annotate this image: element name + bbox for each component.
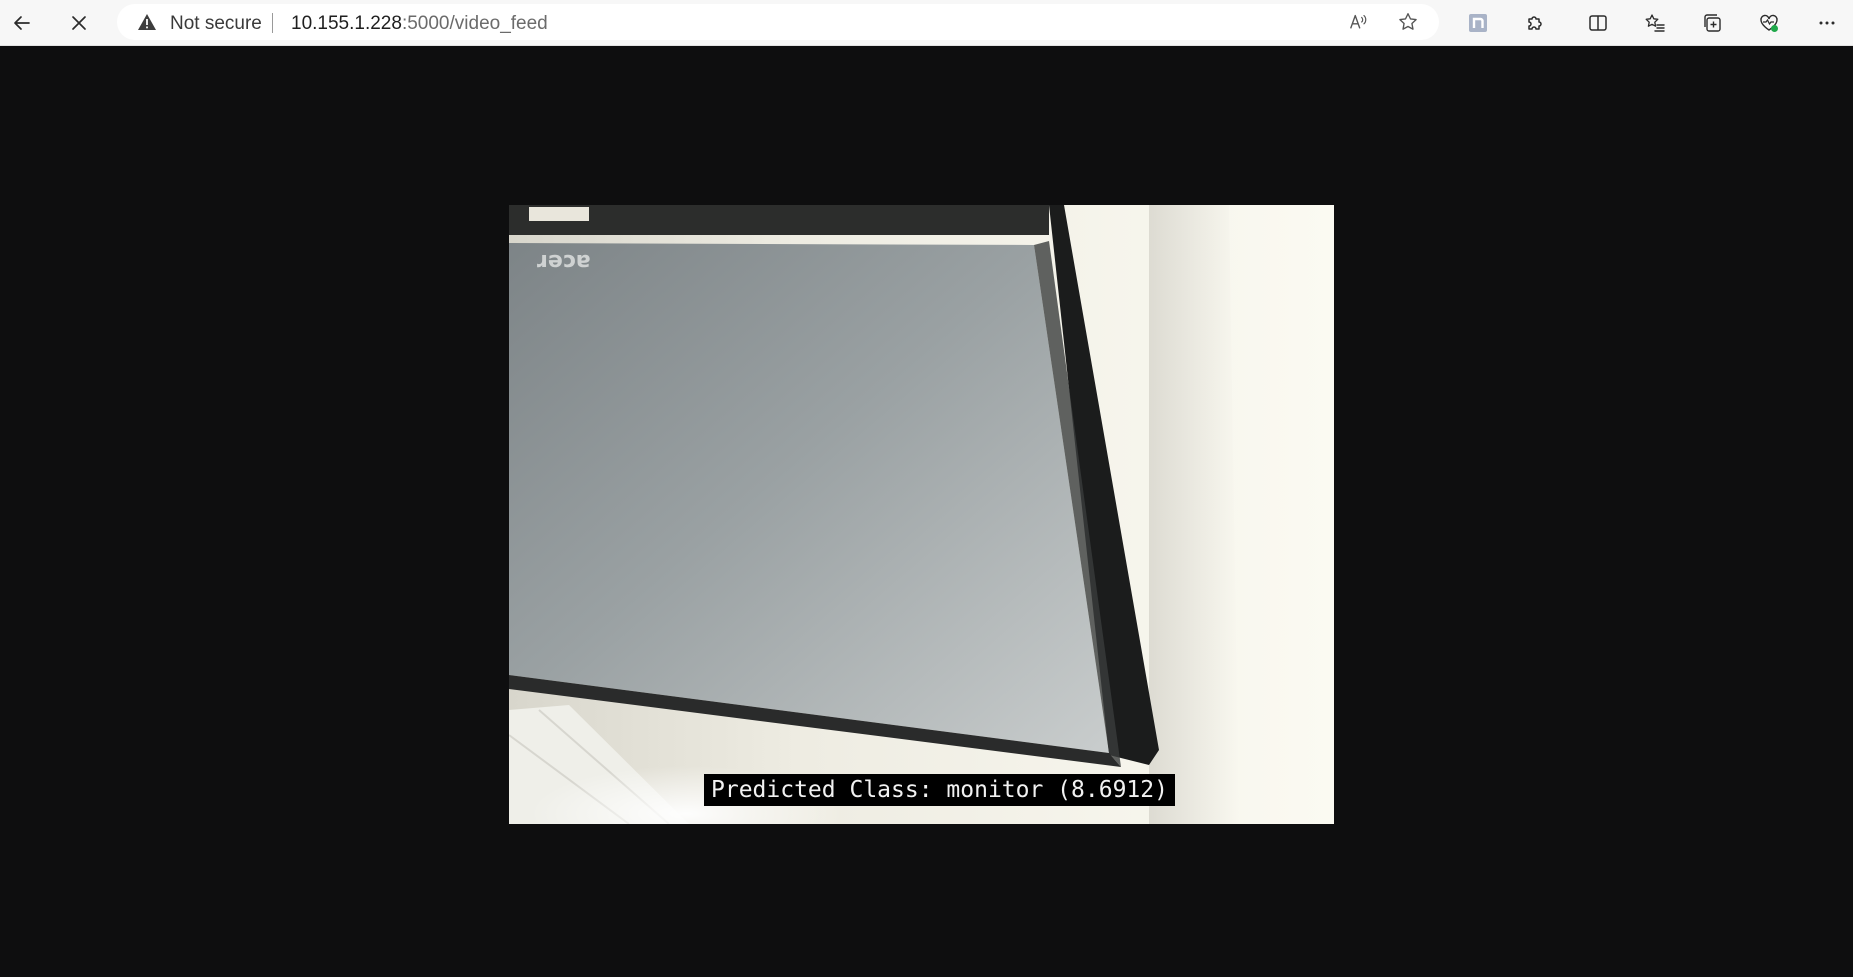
split-screen-icon [1589, 15, 1607, 31]
browser-essentials-button[interactable] [1753, 7, 1785, 39]
extension-n-icon [1469, 14, 1487, 32]
more-menu-button[interactable] [1811, 7, 1843, 39]
url-text[interactable]: 10.155.1.228:5000/video_feed [291, 13, 548, 35]
security-status-label[interactable]: Not secure [170, 13, 262, 35]
url-host: 10.155.1.228 [291, 13, 402, 34]
back-button[interactable] [6, 7, 38, 39]
video-feed: acer Predicted Class: monitor (8.6912) [509, 205, 1334, 824]
extensions-puzzle-icon [1528, 16, 1542, 30]
extension-n-button[interactable] [1462, 7, 1494, 39]
favorites-list-icon [1645, 14, 1665, 32]
camera-frame [509, 205, 1334, 824]
split-screen-button[interactable] [1582, 7, 1614, 39]
stop-loading-button[interactable] [63, 7, 95, 39]
address-divider [272, 13, 273, 33]
browser-essentials-icon [1760, 14, 1778, 32]
read-aloud-button[interactable] [1346, 10, 1370, 34]
extensions-button[interactable] [1519, 7, 1551, 39]
back-arrow-icon [14, 16, 30, 30]
more-menu-icon [1819, 21, 1835, 25]
page-viewport: acer Predicted Class: monitor (8.6912) [0, 46, 1853, 977]
prediction-caption: Predicted Class: monitor (8.6912) [704, 774, 1175, 806]
read-aloud-icon [1350, 14, 1367, 29]
close-icon [72, 16, 86, 30]
favorites-button[interactable] [1639, 7, 1671, 39]
browser-toolbar: Not secure 10.155.1.228:5000/video_feed [0, 0, 1853, 46]
favorite-star-icon [1399, 13, 1417, 30]
monitor-brand-logo: acer [537, 249, 591, 274]
address-bar[interactable]: Not secure 10.155.1.228:5000/video_feed [117, 4, 1439, 40]
url-path: :5000/video_feed [401, 13, 548, 34]
warning-icon [138, 14, 156, 30]
collections-icon [1704, 14, 1721, 32]
collections-button[interactable] [1696, 7, 1728, 39]
favorite-button[interactable] [1396, 10, 1420, 34]
